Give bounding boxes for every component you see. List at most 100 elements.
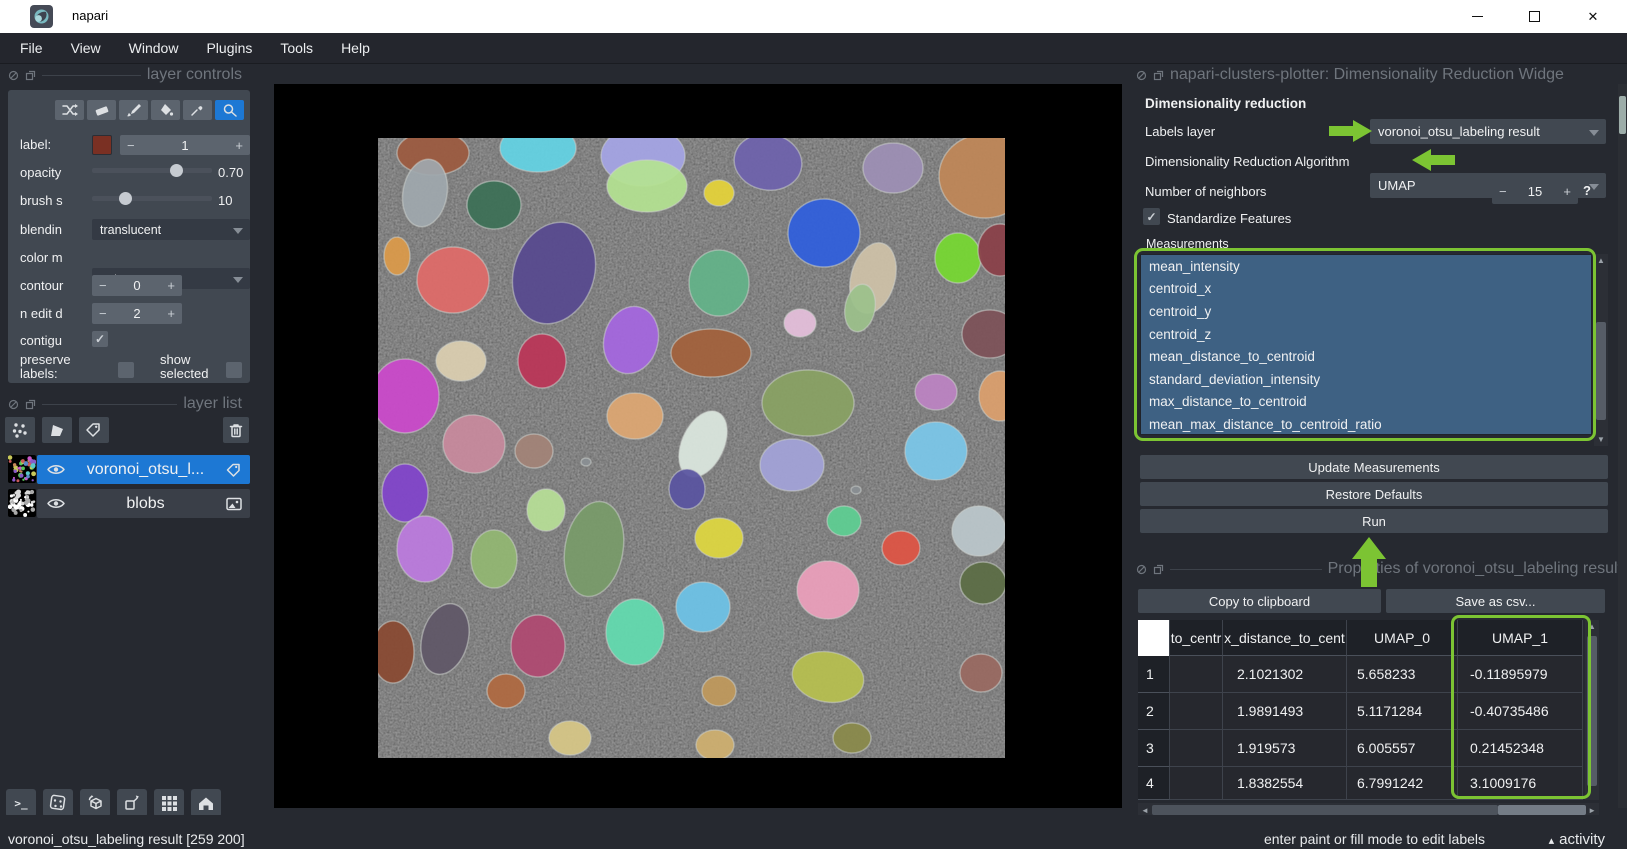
table-cell[interactable] xyxy=(1170,693,1223,730)
spin-plus[interactable]: + xyxy=(167,278,175,293)
viewer-canvas[interactable] xyxy=(274,84,1122,808)
table-row-header[interactable]: 2 xyxy=(1138,693,1170,730)
home-reset-view-button[interactable] xyxy=(191,789,221,817)
hide-dock-icon[interactable] xyxy=(1136,70,1147,81)
table-cell[interactable]: 6.7991242 xyxy=(1347,767,1458,800)
table-row-header[interactable]: 1 xyxy=(1138,656,1170,693)
scroll-up-icon[interactable]: ▲ xyxy=(1594,254,1608,267)
measurement-item[interactable]: mean_distance_to_centroid xyxy=(1141,345,1591,368)
table-cell[interactable]: 5.658233 xyxy=(1347,656,1458,693)
opacity-slider[interactable] xyxy=(92,164,212,177)
standardize-checkbox[interactable]: ✓ xyxy=(1143,208,1160,225)
close-button[interactable]: ✕ xyxy=(1570,0,1616,33)
ndisplay-button[interactable] xyxy=(43,789,73,817)
table-header-umap1[interactable]: UMAP_1 xyxy=(1458,620,1583,656)
spin-plus[interactable]: + xyxy=(235,138,243,153)
measurement-item[interactable]: mean_intensity xyxy=(1141,255,1591,278)
contiguous-checkbox[interactable]: ✓ xyxy=(92,331,108,347)
spin-minus[interactable]: − xyxy=(99,278,107,293)
menu-window[interactable]: Window xyxy=(119,36,189,60)
scroll-up-icon[interactable]: ▲ xyxy=(1585,620,1599,633)
layer-row-blobs[interactable]: blobs xyxy=(37,489,250,518)
visibility-eye-icon[interactable] xyxy=(47,463,65,476)
menu-help[interactable]: Help xyxy=(331,36,380,60)
neighbors-spinbox[interactable]: −15+ xyxy=(1492,179,1578,204)
measurement-item[interactable]: mean_max_distance_to_centroid_ratio xyxy=(1141,413,1591,435)
float-dock-icon[interactable] xyxy=(1153,564,1164,575)
preserve-labels-checkbox[interactable] xyxy=(118,362,134,378)
table-header-to-centr[interactable]: to_centr xyxy=(1170,620,1223,656)
table-cell[interactable]: 3.1009176 xyxy=(1458,767,1583,800)
spin-plus[interactable]: + xyxy=(167,306,175,321)
measurement-item[interactable]: centroid_y xyxy=(1141,300,1591,323)
color-picker-button[interactable] xyxy=(183,100,212,120)
table-vertical-scrollbar[interactable]: ▲ xyxy=(1585,620,1599,800)
spin-minus[interactable]: − xyxy=(99,306,107,321)
layer-row-voronoi[interactable]: voronoi_otsu_l... xyxy=(37,455,250,484)
table-cell[interactable]: -0.40735486 xyxy=(1458,693,1583,730)
update-measurements-button[interactable]: Update Measurements xyxy=(1140,455,1608,479)
roll-dimensions-button[interactable] xyxy=(80,789,110,817)
fill-bucket-button[interactable] xyxy=(151,100,180,120)
delete-layer-button[interactable] xyxy=(223,417,249,443)
table-cell[interactable] xyxy=(1170,767,1223,800)
brush-size-slider[interactable] xyxy=(92,192,212,205)
measurements-list[interactable]: mean_intensity centroid_x centroid_y cen… xyxy=(1140,254,1592,435)
zoom-pan-button[interactable] xyxy=(215,100,244,120)
show-selected-checkbox[interactable] xyxy=(226,362,242,378)
scrollbar-thumb[interactable] xyxy=(1498,805,1586,815)
table-header-umap0[interactable]: UMAP_0 xyxy=(1347,620,1458,656)
restore-defaults-button[interactable]: Restore Defaults xyxy=(1140,482,1608,506)
console-button[interactable]: >_ xyxy=(6,789,36,817)
menu-tools[interactable]: Tools xyxy=(270,36,323,60)
table-cell[interactable]: 6.005557 xyxy=(1347,730,1458,767)
save-as-csv-button[interactable]: Save as csv... xyxy=(1386,589,1605,613)
scroll-down-icon[interactable]: ▼ xyxy=(1594,433,1608,446)
visibility-eye-icon[interactable] xyxy=(47,497,65,510)
hide-dock-icon[interactable] xyxy=(1136,564,1147,575)
neighbors-help[interactable]: ? xyxy=(1583,183,1591,198)
labels-layer-dropdown[interactable]: voronoi_otsu_labeling result xyxy=(1370,119,1606,144)
table-corner-cell[interactable] xyxy=(1138,620,1170,656)
table-header-x-distance[interactable]: x_distance_to_cent xyxy=(1223,620,1347,656)
table-cell[interactable]: 5.1171284 xyxy=(1347,693,1458,730)
blending-dropdown[interactable]: translucent xyxy=(92,219,250,240)
scroll-left-icon[interactable]: ◄ xyxy=(1141,806,1149,815)
table-cell[interactable]: 1.9891493 xyxy=(1223,693,1347,730)
table-row-header[interactable]: 3 xyxy=(1138,730,1170,767)
scrollbar-thumb[interactable] xyxy=(1619,96,1626,134)
eraser-button[interactable] xyxy=(87,100,116,120)
table-cell[interactable]: 1.8382554 xyxy=(1223,767,1347,800)
table-cell[interactable]: 0.21452348 xyxy=(1458,730,1583,767)
new-points-layer-button[interactable] xyxy=(5,417,35,443)
new-labels-layer-button[interactable] xyxy=(79,417,109,443)
grid-view-button[interactable] xyxy=(154,789,184,817)
new-shapes-layer-button[interactable] xyxy=(42,417,72,443)
shuffle-colors-button[interactable] xyxy=(55,100,84,120)
copy-to-clipboard-button[interactable]: Copy to clipboard xyxy=(1138,589,1381,613)
minimize-button[interactable] xyxy=(1454,0,1500,33)
table-cell[interactable]: -0.11895979 xyxy=(1458,656,1583,693)
menu-view[interactable]: View xyxy=(61,36,111,60)
hide-dock-icon[interactable] xyxy=(8,399,19,410)
brush-size-slider-handle[interactable] xyxy=(119,192,132,205)
float-dock-icon[interactable] xyxy=(1153,70,1164,81)
measurement-item[interactable]: centroid_x xyxy=(1141,278,1591,301)
scrollbar-track-fill[interactable] xyxy=(1152,805,1498,815)
table-cell[interactable] xyxy=(1170,656,1223,693)
opacity-slider-handle[interactable] xyxy=(170,164,183,177)
menu-plugins[interactable]: Plugins xyxy=(196,36,262,60)
table-cell[interactable] xyxy=(1170,730,1223,767)
dock-scrollbar[interactable] xyxy=(1618,84,1627,808)
label-color-swatch[interactable] xyxy=(92,135,112,155)
float-dock-icon[interactable] xyxy=(25,399,36,410)
measurements-scrollbar[interactable]: ▲ ▼ xyxy=(1594,254,1608,446)
transpose-dimensions-button[interactable] xyxy=(117,789,147,817)
table-cell[interactable]: 2.1021302 xyxy=(1223,656,1347,693)
activity-button[interactable]: ▴activity xyxy=(1549,831,1605,848)
spin-plus[interactable]: + xyxy=(1563,184,1571,199)
measurement-item[interactable]: centroid_z xyxy=(1141,323,1591,346)
paintbrush-button[interactable] xyxy=(119,100,148,120)
hide-dock-icon[interactable] xyxy=(8,70,19,81)
menu-file[interactable]: File xyxy=(10,36,53,60)
